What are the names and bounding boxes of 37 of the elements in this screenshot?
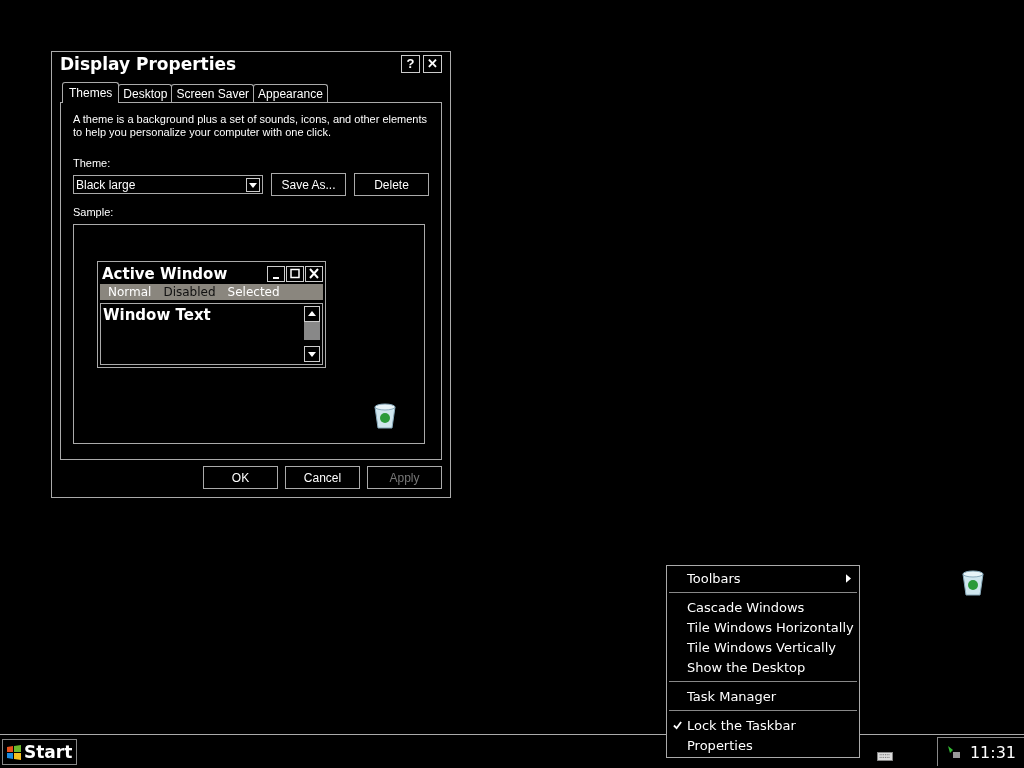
dialog-button[interactable]: OK — [203, 466, 278, 489]
theme-label: Theme: — [73, 157, 112, 169]
tab[interactable]: Desktop — [118, 84, 173, 102]
dialog-button[interactable]: Cancel — [285, 466, 360, 489]
theme-dropdown[interactable]: Black large — [73, 175, 263, 194]
checkmark-icon — [672, 720, 682, 730]
menu-item[interactable]: Tile Windows Vertically — [667, 637, 859, 657]
menu-item[interactable]: Cascade Windows — [667, 597, 859, 617]
sample-window-title: Active Window — [101, 265, 229, 283]
scroll-up-icon — [304, 306, 320, 322]
tab[interactable]: Themes — [62, 82, 120, 103]
keyboard-icon[interactable] — [876, 752, 893, 761]
help-button[interactable]: ? — [401, 55, 420, 73]
save-as-button[interactable]: Save As... — [271, 173, 346, 196]
menu-item[interactable]: Toolbars — [667, 568, 859, 588]
submenu-arrow-icon — [846, 573, 851, 583]
close-button[interactable]: ✕ — [423, 55, 442, 73]
close-icon — [305, 266, 323, 282]
menu-item[interactable]: Tile Windows Horizontally — [667, 617, 859, 637]
menu-item[interactable]: Show the Desktop — [667, 657, 859, 677]
delete-button[interactable]: Delete — [354, 173, 429, 196]
window-title: Display Properties — [60, 54, 238, 74]
menu-item[interactable]: Properties — [667, 735, 859, 755]
start-button[interactable]: Start — [2, 738, 78, 765]
description-text: A theme is a background plus a set of sounds, icons, and other elements to help you personalize your computer with one click. — [73, 113, 429, 139]
menu-item[interactable]: Lock the Taskbar — [667, 715, 859, 735]
maximize-icon — [286, 266, 304, 282]
window-text: Window Text — [103, 306, 211, 326]
flag-logo-icon — [6, 743, 22, 760]
tab[interactable]: Appearance — [253, 84, 328, 102]
scroll-thumb[interactable] — [304, 322, 320, 340]
sample-label: Sample: — [73, 206, 115, 218]
network-icon[interactable] — [945, 744, 962, 760]
minimize-icon — [267, 266, 285, 282]
menu-item[interactable]: Task Manager — [667, 686, 859, 706]
clock[interactable]: 11:31 — [969, 742, 1016, 762]
scroll-down-icon — [304, 346, 320, 362]
